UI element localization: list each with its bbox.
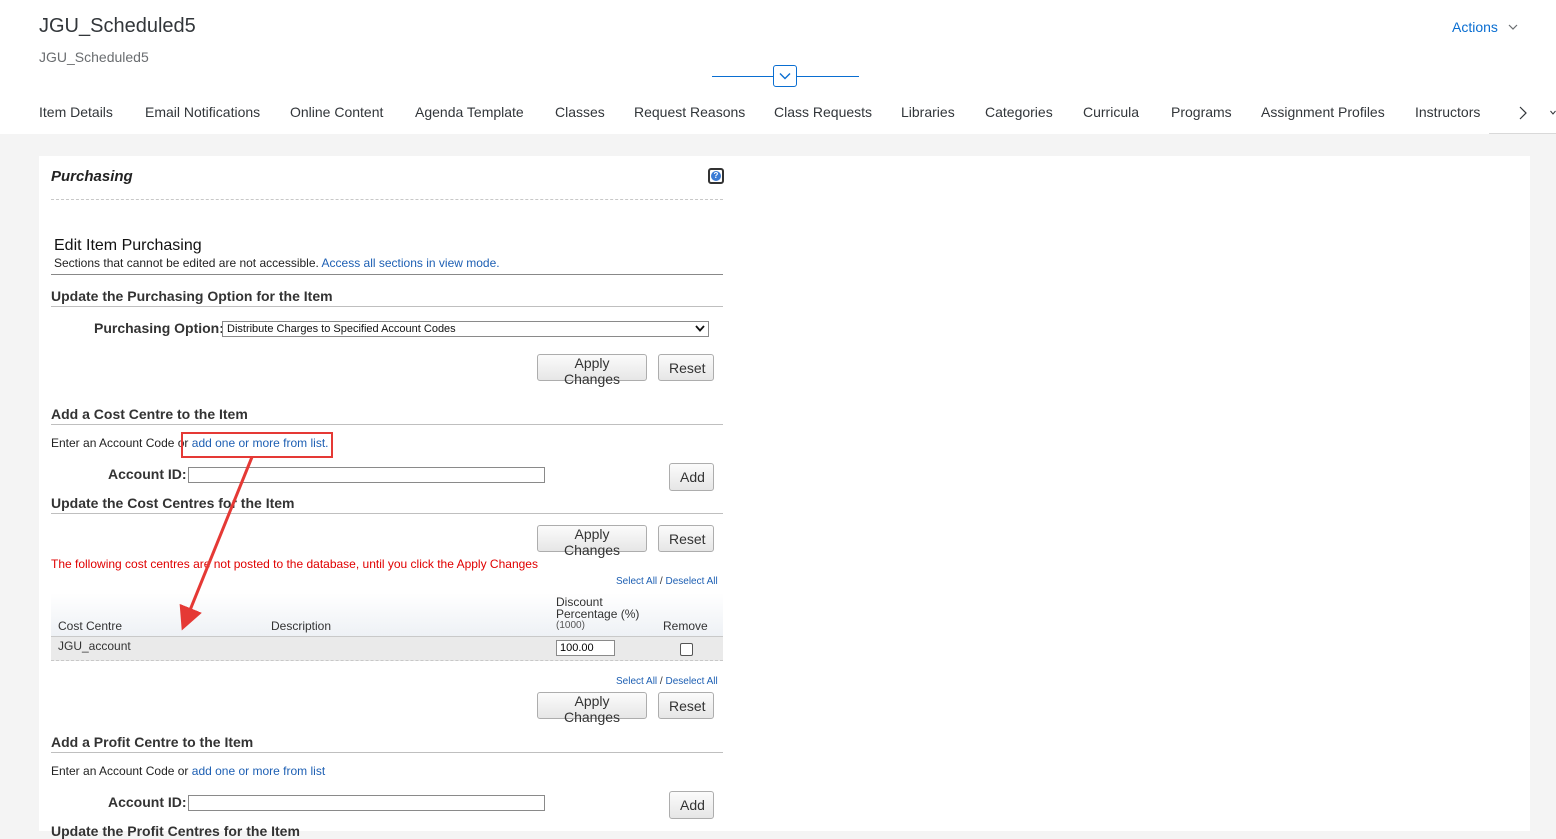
annotation-arrow xyxy=(179,456,254,631)
annotation-arrow-overlay xyxy=(179,456,254,631)
